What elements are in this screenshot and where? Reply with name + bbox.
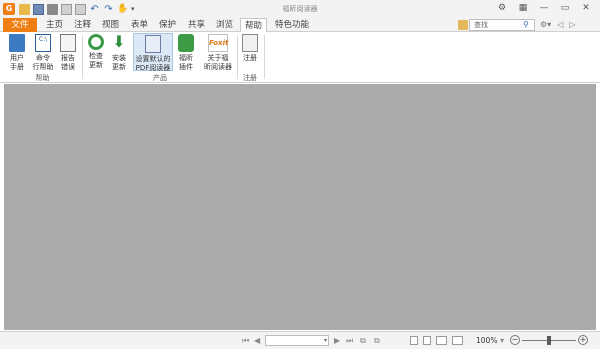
about-foxit-button[interactable]: Foxit 关于福 昕阅读器 bbox=[201, 34, 235, 71]
search-placeholder: 查找 bbox=[474, 21, 488, 29]
tab-protect[interactable]: 保护 bbox=[155, 18, 180, 32]
title-bar: G ↶ ↷ ✋ ▾ 福昕阅读器 ⚙ ▦ — ▭ ✕ bbox=[0, 0, 600, 18]
puzzle-icon bbox=[178, 34, 194, 52]
install-update-label-1: 安装 bbox=[112, 54, 126, 62]
tab-browse[interactable]: 浏览 bbox=[212, 18, 237, 32]
tab-home[interactable]: 主页 bbox=[42, 18, 67, 32]
tab-file[interactable]: 文件 bbox=[3, 18, 37, 32]
settings-dropdown-icon[interactable]: ⚙▾ bbox=[540, 19, 551, 31]
foxit-plugin-button[interactable]: 福昕 插件 bbox=[175, 34, 197, 71]
cmd-help-label-1: 命令 bbox=[36, 54, 50, 62]
user-manual-label-1: 用户 bbox=[10, 54, 24, 62]
about-label-2: 昕阅读器 bbox=[204, 62, 232, 71]
last-page-icon[interactable]: ⏭ bbox=[346, 336, 353, 346]
status-bar: ⏮ ◀ ▾ ▶ ⏭ ⧉ ⧉ 100% ▾ − + bbox=[0, 331, 600, 349]
register-icon bbox=[242, 34, 258, 52]
group-label-product: 产品 bbox=[153, 74, 167, 82]
tab-features[interactable]: 特色功能 bbox=[271, 18, 313, 32]
page-number-input[interactable]: ▾ bbox=[265, 335, 329, 346]
plugin-label-2: 插件 bbox=[179, 62, 193, 71]
refresh-icon bbox=[88, 34, 104, 50]
tab-help[interactable]: 帮助 bbox=[240, 18, 268, 33]
zoom-in-icon[interactable]: + bbox=[578, 335, 588, 345]
about-label-1: 关于福 bbox=[207, 54, 229, 62]
continuous-page-icon[interactable] bbox=[423, 336, 431, 345]
user-manual-label-2: 手册 bbox=[10, 62, 24, 71]
back-icon[interactable]: ◁ bbox=[557, 19, 563, 31]
tab-view[interactable]: 视图 bbox=[98, 18, 123, 32]
page-dropdown-icon[interactable]: ▾ bbox=[324, 336, 327, 345]
group-divider bbox=[82, 35, 83, 79]
window-controls: ⚙ ▦ — ▭ ✕ bbox=[496, 3, 592, 14]
cmd-help-label-2: 行帮助 bbox=[32, 62, 54, 71]
layout-icon[interactable]: ▦ bbox=[517, 3, 529, 14]
install-update-button[interactable]: ⬇ 安装 更新 bbox=[108, 34, 130, 71]
facing-page-icon[interactable] bbox=[436, 336, 447, 345]
check-update-label-1: 检查 bbox=[89, 52, 103, 60]
minimize-icon[interactable]: — bbox=[538, 3, 550, 14]
zoom-level[interactable]: 100% bbox=[476, 335, 497, 346]
menu-tabs: 文件 主页 注释 视图 表单 保护 共享 浏览 帮助 特色功能 查找 ⚲ ⚙▾ … bbox=[0, 18, 600, 33]
search-icon[interactable]: ⚲ bbox=[523, 20, 532, 30]
document-area[interactable] bbox=[4, 84, 596, 330]
set-default-label-1: 设置默认的 bbox=[135, 55, 171, 63]
single-page-icon[interactable] bbox=[410, 336, 418, 345]
pdf-settings-icon bbox=[145, 35, 161, 53]
zoom-slider-thumb[interactable] bbox=[547, 336, 551, 345]
tab-form[interactable]: 表单 bbox=[127, 18, 152, 32]
group-divider bbox=[264, 35, 265, 79]
register-label: 注册 bbox=[243, 54, 257, 62]
user-manual-button[interactable]: 用户 手册 bbox=[6, 34, 28, 71]
check-update-label-2: 更新 bbox=[89, 60, 103, 69]
set-default-label-2: PDF阅读器 bbox=[135, 63, 171, 72]
continuous-facing-icon[interactable] bbox=[452, 336, 463, 345]
report-icon bbox=[60, 34, 76, 52]
command-line-help-button[interactable]: C:\ 命令 行帮助 bbox=[30, 34, 56, 71]
manual-icon bbox=[9, 34, 25, 52]
check-update-button[interactable]: 检查 更新 bbox=[85, 34, 107, 69]
report-error-label-2: 错误 bbox=[61, 62, 75, 71]
report-error-button[interactable]: 报告 错误 bbox=[57, 34, 79, 71]
set-default-reader-button[interactable]: 设置默认的 PDF阅读器 bbox=[133, 33, 173, 72]
zoom-out-icon[interactable]: − bbox=[510, 335, 520, 345]
next-page-icon[interactable]: ▶ bbox=[334, 336, 340, 346]
zoom-dropdown-icon[interactable]: ▾ bbox=[500, 336, 504, 346]
tab-comment[interactable]: 注释 bbox=[70, 18, 95, 32]
command-line-icon: C:\ bbox=[35, 34, 51, 52]
install-update-label-2: 更新 bbox=[112, 62, 126, 71]
forward-icon[interactable]: ▷ bbox=[569, 19, 575, 31]
foxit-logo-icon: Foxit bbox=[208, 34, 228, 52]
settings-icon[interactable]: ⚙ bbox=[496, 3, 508, 14]
group-label-register: 注册 bbox=[243, 74, 257, 82]
plugin-label-1: 福昕 bbox=[179, 54, 193, 62]
register-button[interactable]: 注册 bbox=[240, 34, 260, 63]
ribbon-help: 用户 手册 C:\ 命令 行帮助 报告 错误 帮助 检查 更新 ⬇ 安装 更新 … bbox=[0, 32, 600, 83]
close-icon[interactable]: ✕ bbox=[580, 3, 592, 14]
tab-share[interactable]: 共享 bbox=[184, 18, 209, 32]
download-icon: ⬇ bbox=[112, 32, 126, 51]
report-error-label-1: 报告 bbox=[61, 54, 75, 62]
previous-view-icon[interactable]: ⧉ bbox=[360, 336, 366, 346]
find-icon[interactable] bbox=[458, 20, 468, 30]
menu-right-controls: ⚙▾ ◁ ▷ bbox=[540, 19, 576, 31]
next-view-icon[interactable]: ⧉ bbox=[374, 336, 380, 346]
first-page-icon[interactable]: ⏮ bbox=[242, 336, 249, 346]
maximize-icon[interactable]: ▭ bbox=[559, 3, 571, 14]
search-input[interactable]: 查找 ⚲ bbox=[469, 19, 535, 31]
previous-page-icon[interactable]: ◀ bbox=[254, 336, 260, 346]
group-label-help: 帮助 bbox=[35, 74, 50, 82]
